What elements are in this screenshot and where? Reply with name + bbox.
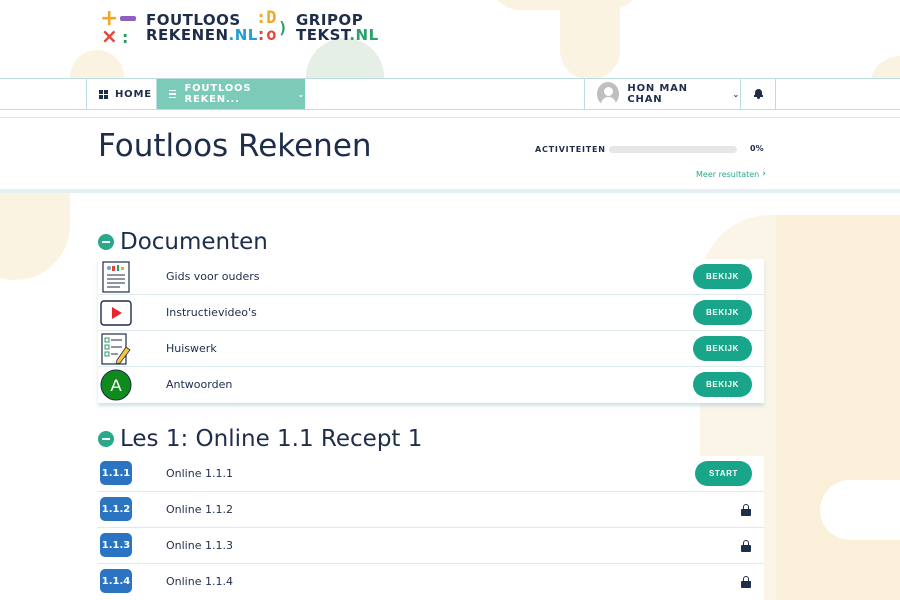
list-item: 1.1.4 Online 1.1.4: [98, 564, 764, 600]
item-label: Gids voor ouders: [166, 270, 260, 283]
nav-home-label: HOME: [115, 88, 152, 100]
gripop-tekst-logo[interactable]: :D :o ) GRIPOP TEKST.NL: [256, 10, 379, 46]
video-play-icon: [100, 300, 132, 326]
more-results-link[interactable]: Meer resultaten ›: [696, 169, 766, 179]
progress-percentage: 0%: [750, 144, 764, 153]
nav-home[interactable]: HOME: [86, 79, 157, 109]
background-shape: [0, 190, 70, 280]
chevron-down-icon: ⌄: [732, 89, 740, 99]
document-icon: [102, 261, 130, 293]
start-button[interactable]: START: [695, 461, 752, 486]
bekijk-button[interactable]: BEKIJK: [693, 336, 752, 361]
answers-a-icon: A: [100, 369, 132, 401]
logo-line-2: REKENEN: [146, 26, 229, 44]
list-item: Instructievideo's BEKIJK: [98, 295, 764, 331]
logo-line-2: TEKST: [296, 26, 350, 44]
list-item[interactable]: 1.1.1 Online 1.1.1 START: [98, 456, 764, 492]
lesson-badge: 1.1.2: [100, 497, 132, 521]
menu-icon: [169, 88, 177, 101]
avatar: [597, 82, 620, 106]
nav-course-label: FOUTLOOS REKEN...: [184, 83, 252, 105]
user-menu[interactable]: HON MAN CHAN ⌄: [584, 79, 741, 109]
item-label: Online 1.1.1: [166, 467, 233, 480]
bekijk-button[interactable]: BEKIJK: [693, 372, 752, 397]
list-item: Huiswerk BEKIJK: [98, 331, 764, 367]
chevron-right-icon: ›: [762, 169, 766, 179]
checklist-pencil-icon: [101, 333, 131, 365]
logo-suffix: .NL: [349, 26, 379, 44]
item-label: Online 1.1.2: [166, 503, 233, 516]
list-item: Gids voor ouders BEKIJK: [98, 259, 764, 295]
lesson-badge: 1.1.3: [100, 533, 132, 557]
item-label: Online 1.1.3: [166, 539, 233, 552]
background-shape: [820, 480, 900, 540]
lesson-badge: 1.1.4: [100, 569, 132, 593]
background-shape: [776, 215, 900, 600]
bekijk-button[interactable]: BEKIJK: [693, 300, 752, 325]
list-item: A Antwoorden BEKIJK: [98, 367, 764, 403]
smiley-symbols-icon: :D :o ): [256, 8, 288, 45]
section-title: Documenten: [120, 229, 268, 255]
lock-icon: [741, 504, 751, 516]
more-results-label: Meer resultaten: [696, 169, 760, 179]
item-label: Online 1.1.4: [166, 575, 233, 588]
bekijk-button[interactable]: BEKIJK: [693, 264, 752, 289]
site-header: + × : FOUTLOOS REKENEN.NL :D :o ) GRIPOP…: [0, 0, 900, 78]
math-symbols-icon: + × :: [100, 8, 138, 46]
documents-list: Gids voor ouders BEKIJK Instructievideo'…: [98, 259, 764, 403]
notifications-button[interactable]: [741, 79, 776, 109]
user-name: HON MAN CHAN: [627, 83, 688, 105]
collapse-icon[interactable]: [98, 234, 114, 250]
item-label: Instructievideo's: [166, 306, 257, 319]
documents-section-header[interactable]: Documenten: [98, 229, 268, 255]
chevron-down-icon: ⌄: [297, 89, 305, 99]
section-title: Les 1: Online 1.1 Recept 1: [120, 426, 423, 452]
list-item: 1.1.2 Online 1.1.2: [98, 492, 764, 528]
main-nav: HOME FOUTLOOS REKEN... ⌄ HON MAN CHAN ⌄: [0, 78, 900, 110]
foutloos-rekenen-logo[interactable]: + × : FOUTLOOS REKENEN.NL: [100, 8, 258, 47]
item-label: Huiswerk: [166, 342, 217, 355]
logo-suffix: .NL: [228, 26, 258, 44]
lock-icon: [741, 576, 751, 588]
grid-icon: [99, 89, 108, 99]
activities-progress-bar: [609, 146, 737, 153]
collapse-icon[interactable]: [98, 431, 114, 447]
bell-icon: [753, 89, 763, 99]
item-label: Antwoorden: [166, 378, 233, 391]
lesson-1-section-header[interactable]: Les 1: Online 1.1 Recept 1: [98, 426, 422, 452]
nav-course-dropdown[interactable]: FOUTLOOS REKEN... ⌄: [157, 79, 305, 109]
page-title: Foutloos Rekenen: [98, 128, 372, 164]
course-header: Foutloos Rekenen ACTIVITEITEN 0% Meer re…: [0, 117, 900, 193]
lesson-badge: 1.1.1: [100, 461, 132, 485]
lesson-1-list: 1.1.1 Online 1.1.1 START 1.1.2 Online 1.…: [98, 456, 764, 600]
lock-icon: [741, 540, 751, 552]
activities-label: ACTIVITEITEN: [535, 145, 606, 154]
answers-letter: A: [110, 376, 122, 395]
list-item: 1.1.3 Online 1.1.3: [98, 528, 764, 564]
